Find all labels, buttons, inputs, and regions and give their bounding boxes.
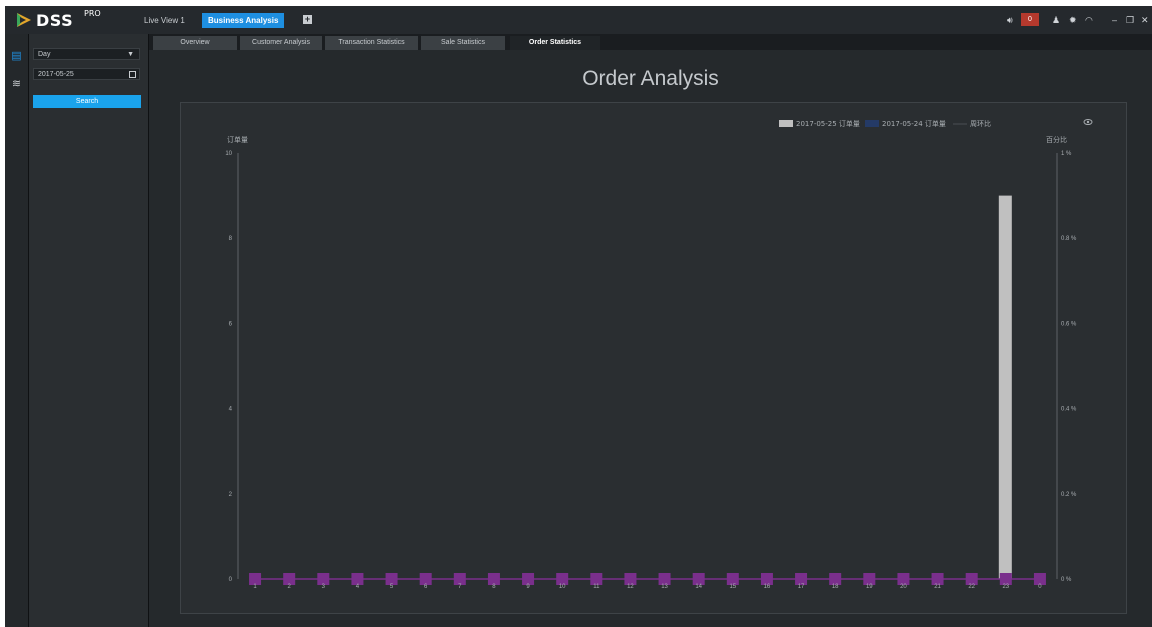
x-tick-label: 16 <box>764 584 771 590</box>
filter-panel: Day ▼ 2017-05-25 Search <box>29 34 149 627</box>
y-axis-right-title: 百分比 <box>1046 135 1067 144</box>
y-tick-label-right: 0 % <box>1061 577 1072 583</box>
minimize-icon[interactable]: – <box>1112 14 1117 26</box>
calendar-icon[interactable] <box>129 71 136 78</box>
y-tick-label-right: 0.6 % <box>1061 321 1077 327</box>
title-bar: DSS PRO Live View 1 Business Analysis + … <box>5 6 1152 34</box>
date-field-value: 2017-05-25 <box>38 71 74 78</box>
gear-icon[interactable]: ✹ <box>1069 14 1077 26</box>
tab-business-analysis[interactable]: Business Analysis <box>202 13 285 28</box>
legend-swatch-previous <box>865 120 879 127</box>
x-tick-label: 15 <box>729 584 736 590</box>
x-tick-label: 23 <box>1002 584 1009 590</box>
sub-tab-bar: Overview Customer Analysis Transaction S… <box>149 34 1152 50</box>
alarm-count-badge[interactable]: 0 <box>1021 13 1039 26</box>
tab-order-statistics[interactable]: Order Statistics <box>510 36 600 50</box>
legend-label-current: 2017-05-25 订单量 <box>796 119 860 128</box>
period-select[interactable]: Day ▼ <box>33 48 140 60</box>
bar-current <box>998 195 1012 579</box>
order-chart: 订单量 百分比 0 2 4 6 8 10 0 % 0.2 % 0.4 % 0.6 % 0.8 % 1 % 1… <box>225 119 1093 590</box>
x-tick-label: 18 <box>832 584 839 590</box>
y-tick-label-right: 1 % <box>1061 151 1072 157</box>
restore-icon[interactable]: ❐ <box>1126 14 1134 26</box>
x-tick-label: 10 <box>559 584 566 590</box>
y-tick-label-right: 0.2 % <box>1061 492 1077 498</box>
chart-panel: 订单量 百分比 0 2 4 6 8 10 0 % 0.2 % 0.4 % 0.6 % 0.8 % 1 % 1… <box>180 102 1127 614</box>
dss-logo-icon <box>17 13 31 27</box>
y-tick-label-left: 2 <box>229 492 233 498</box>
x-tick-label: 20 <box>900 584 907 590</box>
add-tab-icon[interactable]: + <box>303 15 312 24</box>
tab-live-view[interactable]: Live View 1 <box>138 13 191 28</box>
y-tick-label-right: 0.4 % <box>1061 407 1077 413</box>
tab-overview[interactable]: Overview <box>153 36 237 50</box>
app-window: DSS PRO Live View 1 Business Analysis + … <box>5 6 1152 627</box>
x-tick-label: 13 <box>661 584 668 590</box>
logo-superscript: PRO <box>84 9 101 18</box>
legend-label-ratio: 周环比 <box>970 119 991 128</box>
layers-icon[interactable]: ≋ <box>10 78 23 91</box>
y-tick-label-right: 0.8 % <box>1061 236 1077 242</box>
dashboard-icon[interactable]: ◠ <box>1085 14 1093 26</box>
x-tick-label: 19 <box>866 584 873 590</box>
legend-swatch-current <box>779 120 793 127</box>
speaker-icon[interactable]: 🔊︎ <box>1007 14 1013 26</box>
main-area: Overview Customer Analysis Transaction S… <box>149 34 1152 627</box>
search-button[interactable]: Search <box>33 95 141 108</box>
x-tick-label: 17 <box>798 584 805 590</box>
date-field[interactable]: 2017-05-25 <box>33 68 140 80</box>
period-select-value: Day <box>38 51 51 58</box>
x-tick-label: 21 <box>934 584 941 590</box>
eye-icon-pupil <box>1086 120 1090 124</box>
y-tick-label-left: 0 <box>229 577 233 583</box>
x-tick-label: 12 <box>627 584 634 590</box>
chevron-down-icon: ▼ <box>127 51 134 58</box>
close-icon[interactable]: ✕ <box>1141 14 1149 26</box>
left-icon-rail: ▤ ≋ <box>5 34 29 627</box>
report-icon[interactable]: ▤ <box>10 50 23 63</box>
tab-transaction-statistics[interactable]: Transaction Statistics <box>325 36 418 50</box>
tab-sale-statistics[interactable]: Sale Statistics <box>421 36 505 50</box>
logo-text: DSS <box>36 11 74 30</box>
y-tick-label-left: 8 <box>229 236 233 242</box>
page-title: Order Analysis <box>582 67 719 90</box>
legend-label-previous: 2017-05-24 订单量 <box>882 119 946 128</box>
x-tick-label: 22 <box>968 584 975 590</box>
x-tick-label: 11 <box>593 584 600 590</box>
tab-customer-analysis[interactable]: Customer Analysis <box>240 36 322 50</box>
y-tick-label-left: 6 <box>229 321 233 327</box>
x-tick-label: 14 <box>695 584 702 590</box>
user-icon[interactable]: ♟ <box>1052 14 1060 26</box>
y-axis-left-title: 订单量 <box>227 135 248 144</box>
y-tick-label-left: 4 <box>229 407 233 413</box>
y-tick-label-left: 10 <box>225 151 232 157</box>
